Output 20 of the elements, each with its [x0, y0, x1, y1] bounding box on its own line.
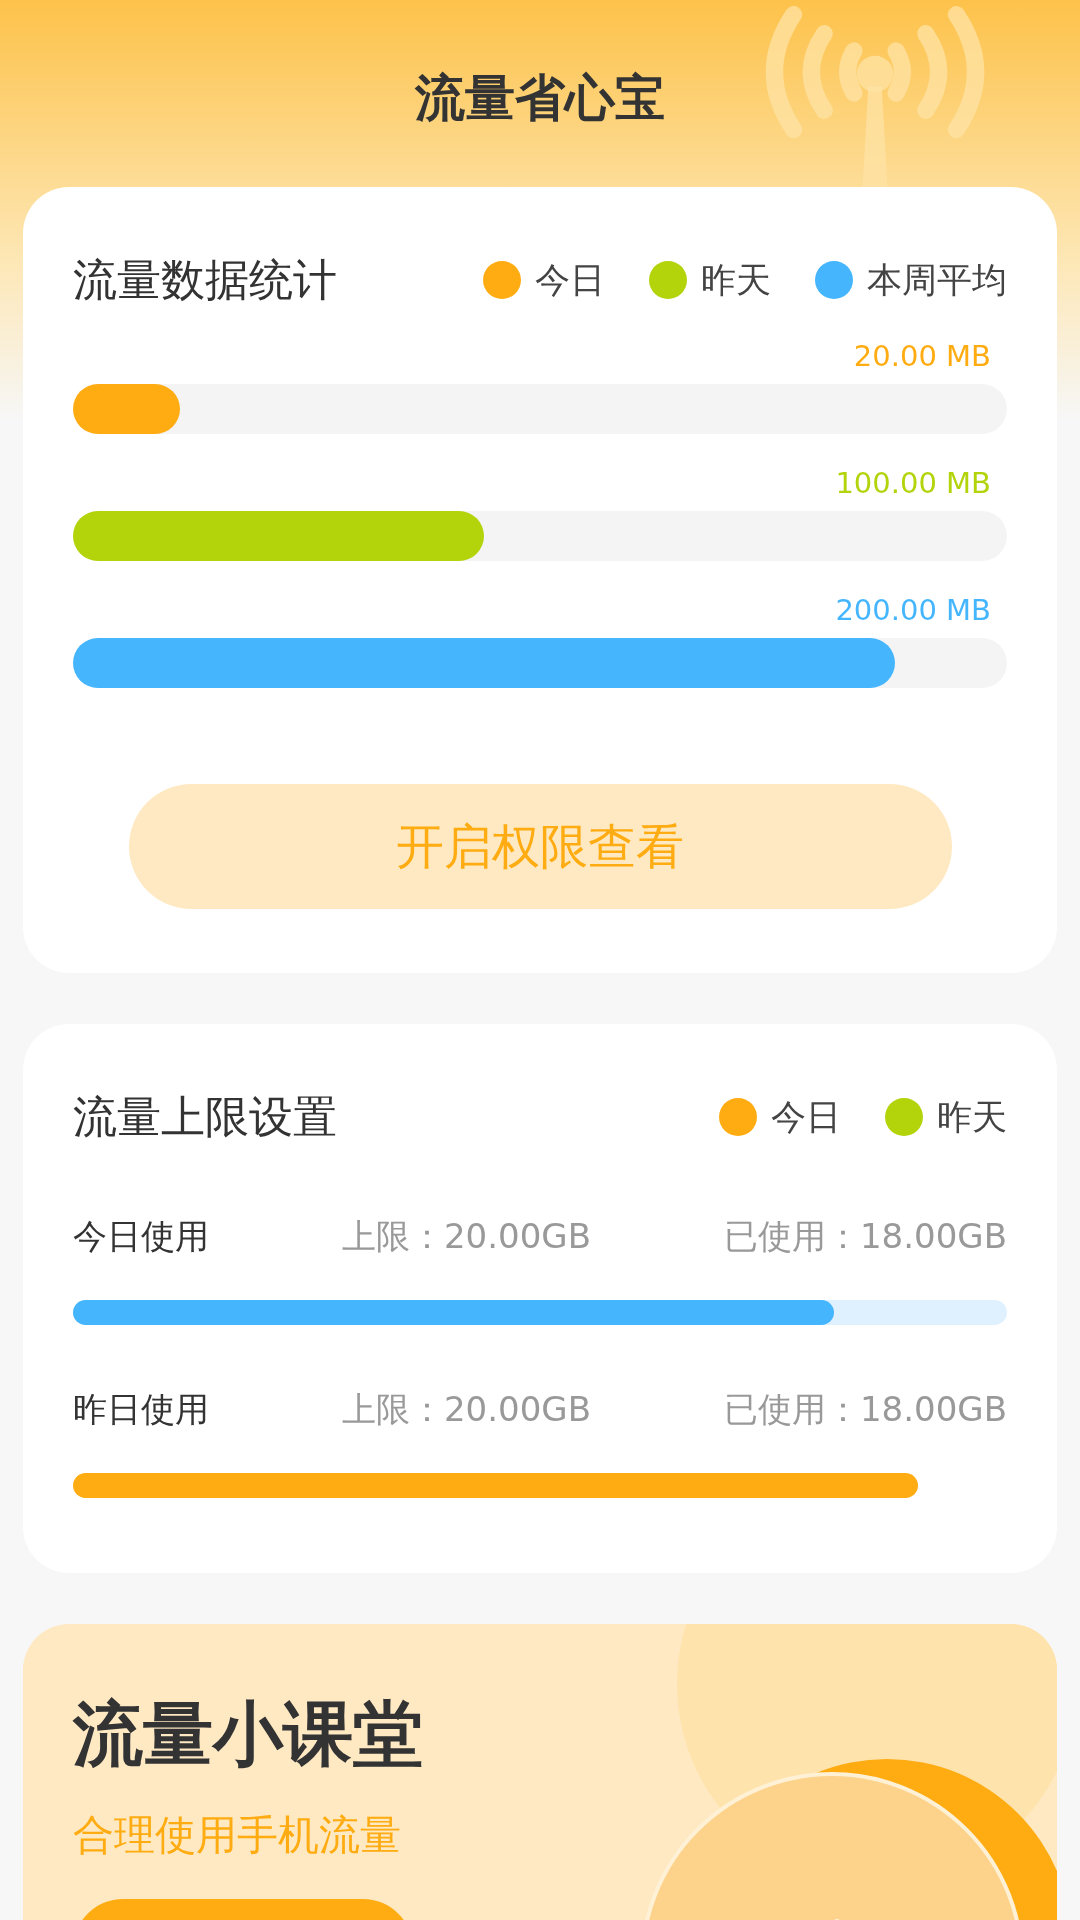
used-text: 已使用：18.00GB [724, 1215, 1007, 1258]
permission-button[interactable]: 开启权限查看 [128, 784, 952, 909]
limit-text: 上限：20.00GB [342, 1215, 591, 1258]
lesson-title: 流量小课堂 [73, 1692, 424, 1777]
usage-value: 100.00 MB [834, 465, 992, 501]
section-title: 流量上限设置 [73, 1089, 337, 1144]
section-title: 流量数据统计 [73, 252, 337, 307]
legend-label: 昨天 [937, 1095, 1007, 1139]
usage-label: 昨日使用 [73, 1388, 209, 1431]
legend-label: 昨天 [701, 258, 771, 302]
legend-label: 今日 [535, 258, 605, 302]
legend-label: 今日 [771, 1095, 841, 1139]
app-title: 流量省心宝 [415, 68, 665, 129]
usage-value: 200.00 MB [834, 592, 992, 628]
usage-label: 今日使用 [73, 1215, 209, 1258]
lesson-subtitle: 合理使用手机流量 [73, 1810, 402, 1861]
limit-text: 上限：20.00GB [342, 1388, 591, 1431]
usage-value: 20.00 MB [852, 338, 992, 374]
legend-label: 本周平均 [867, 258, 1007, 302]
used-text: 已使用：18.00GB [724, 1388, 1007, 1431]
